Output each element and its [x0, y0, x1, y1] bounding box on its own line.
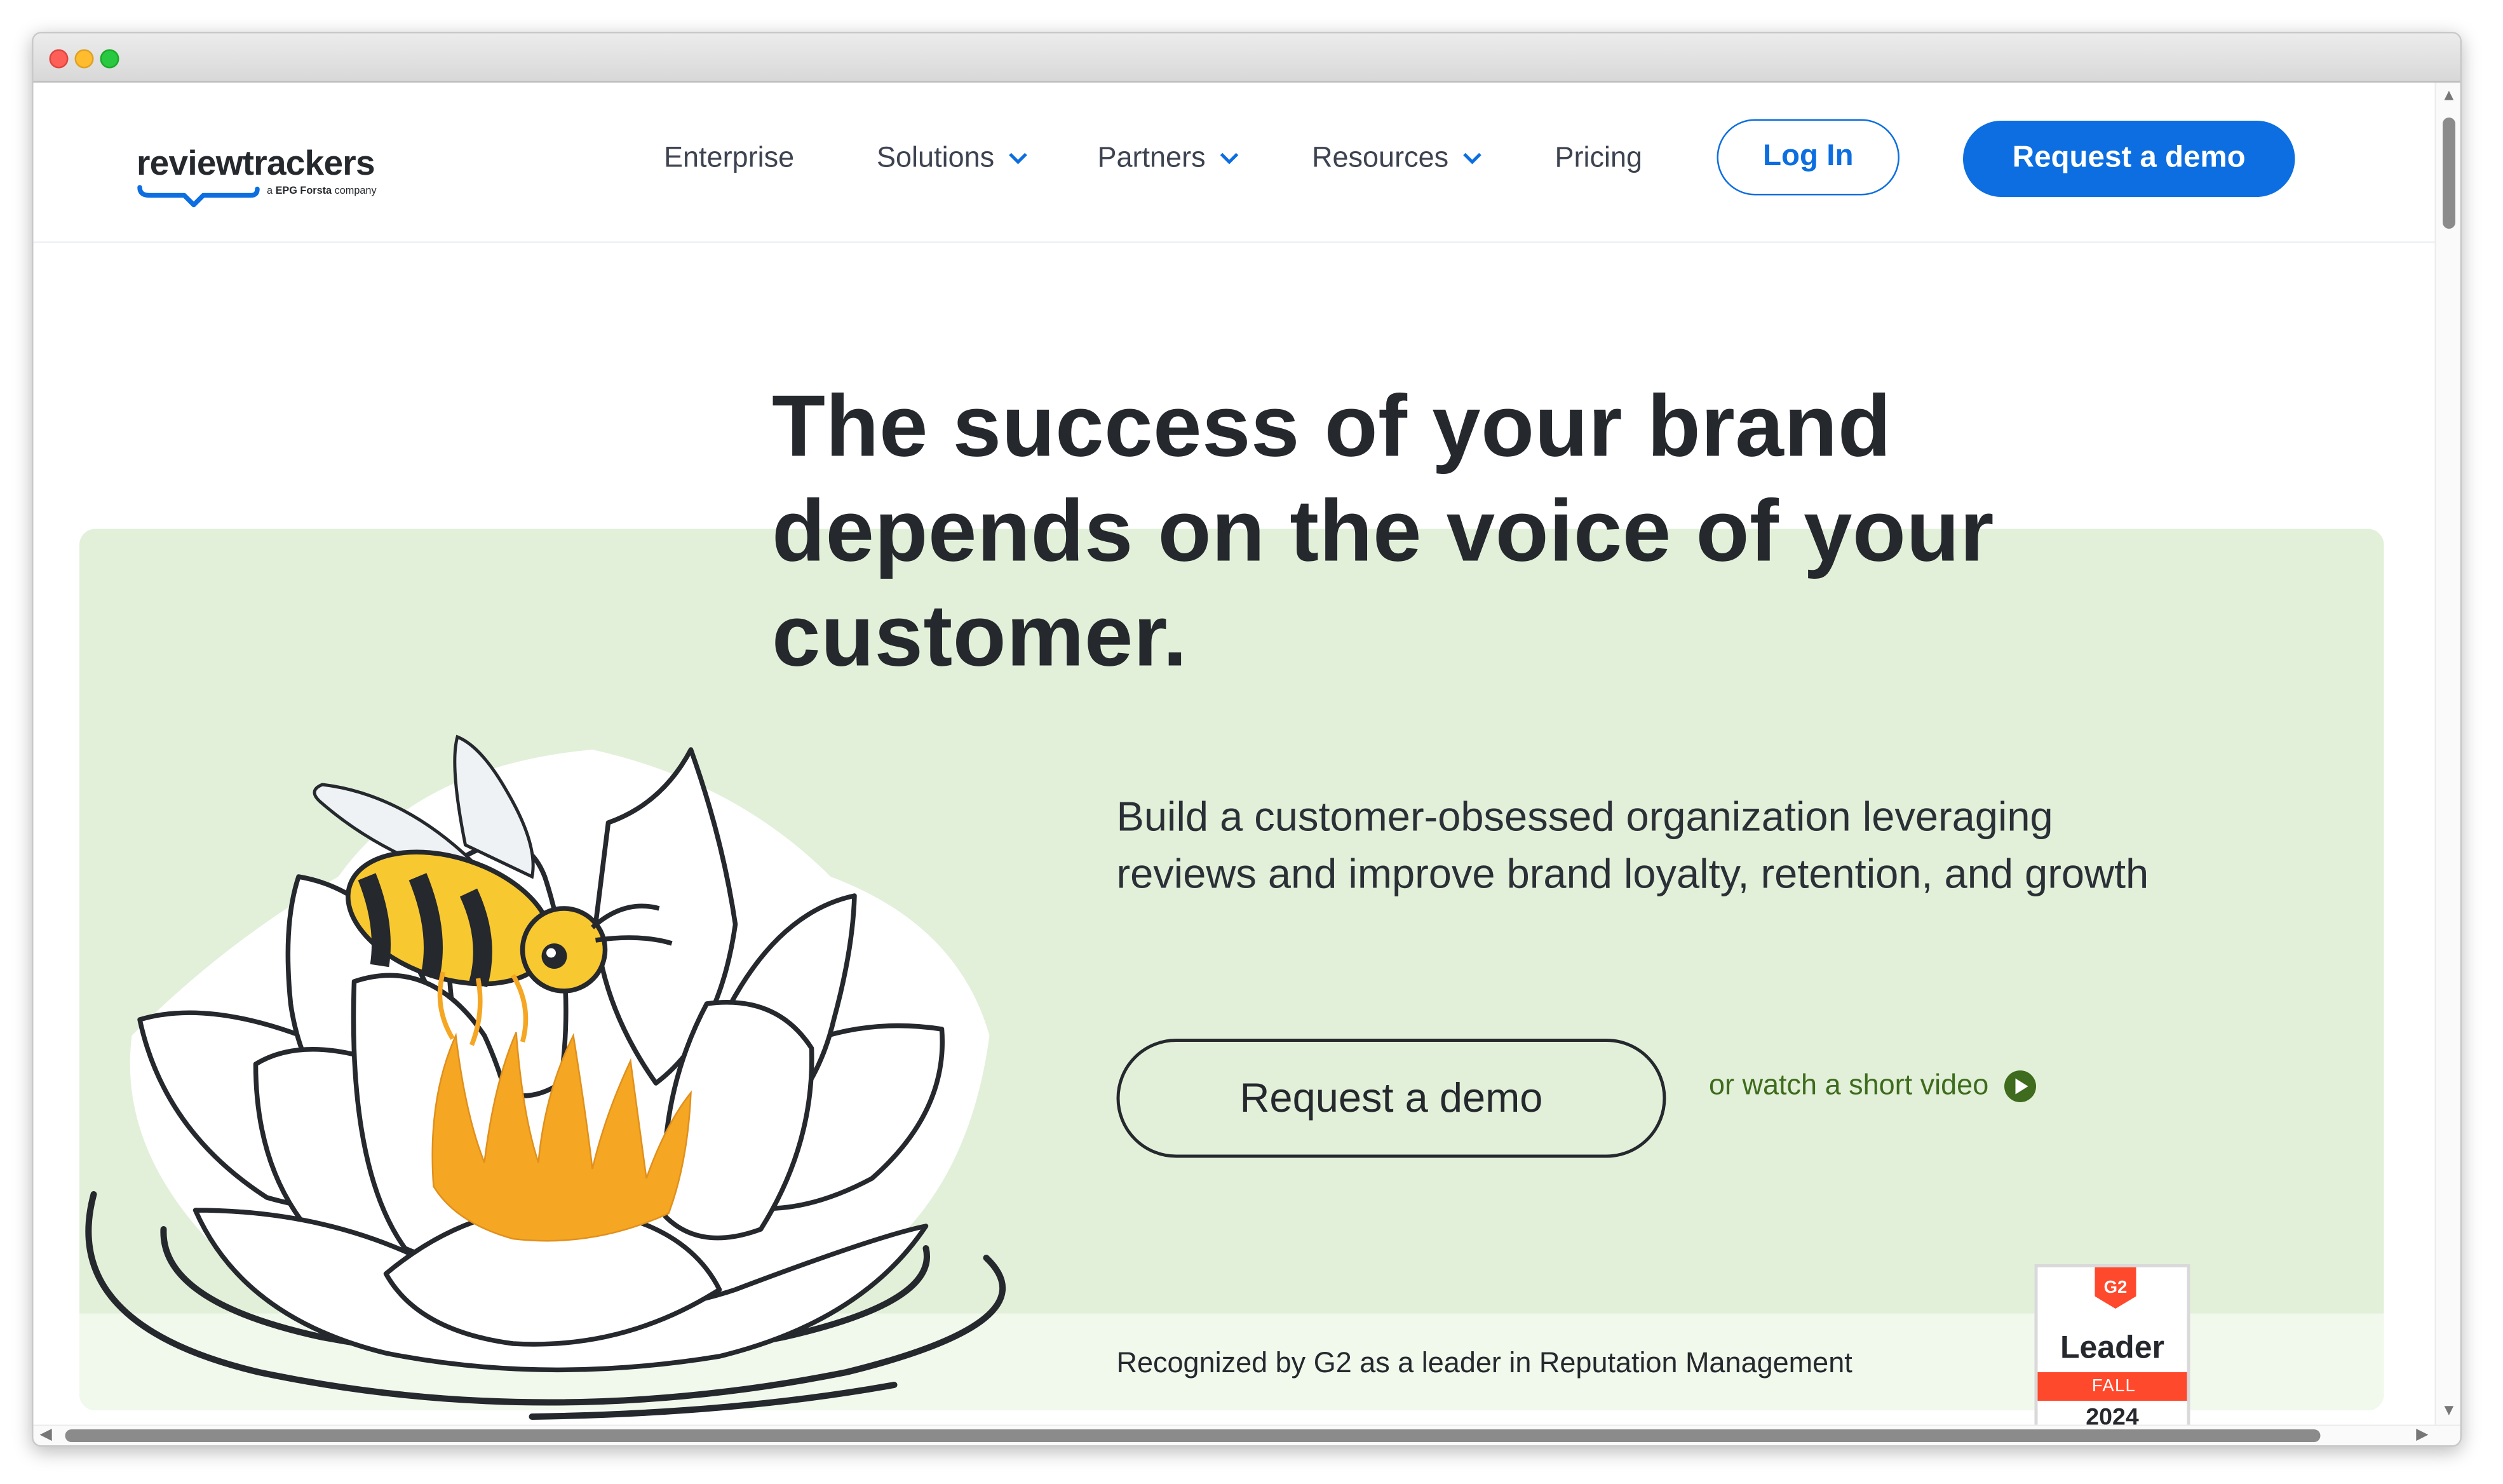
tagline-prefix: a: [267, 186, 273, 198]
logo-tagline: a EPG Forsta company: [267, 186, 377, 198]
tagline-suffix: company: [334, 186, 377, 198]
watch-video-label: or watch a short video: [1709, 1069, 1989, 1101]
hero-headline: The success of your brand depends on the…: [772, 376, 1994, 685]
nav-item-partners[interactable]: Partners: [1098, 142, 1241, 175]
scroll-left-arrow-icon[interactable]: ◀: [40, 1427, 52, 1444]
scroll-up-arrow-icon[interactable]: ▲: [2441, 88, 2457, 105]
tagline-company: EPG Forsta: [275, 186, 332, 198]
site-header: reviewtrackers a EPG Forsta company Ente…: [33, 83, 2435, 243]
g2-badge-season: FALL: [2037, 1372, 2187, 1401]
horizontal-scroll-thumb[interactable]: [65, 1429, 2321, 1442]
nav-item-label: Partners: [1097, 141, 1206, 173]
logo-wordmark: reviewtrackers: [137, 143, 375, 183]
chevron-down-icon: [1009, 152, 1027, 164]
g2-badge-year: 2024: [2086, 1404, 2139, 1426]
hero-subtext: Build a customer-obsessed organization l…: [1116, 792, 2149, 898]
horizontal-scrollbar[interactable]: ◀ ▶: [33, 1424, 2460, 1445]
hero-request-demo-button[interactable]: Request a demo: [1116, 1039, 1666, 1158]
nav-item-enterprise[interactable]: Enterprise: [664, 142, 794, 175]
chevron-down-icon: [1463, 152, 1481, 164]
nav-item-solutions[interactable]: Solutions: [877, 142, 1029, 175]
window-titlebar: [33, 33, 2460, 83]
nav-item-label: Solutions: [877, 141, 995, 173]
chevron-down-icon: [1220, 152, 1239, 164]
nav-item-resources[interactable]: Resources: [1312, 142, 1483, 175]
g2-leader-badge[interactable]: G2 Leader FALL 2024: [2034, 1264, 2190, 1426]
g2-logo-icon: G2: [2095, 1267, 2136, 1309]
nav-item-pricing[interactable]: Pricing: [1555, 142, 1643, 175]
maximize-window-button[interactable]: [100, 49, 119, 69]
close-window-button[interactable]: [49, 49, 69, 69]
play-icon: [2004, 1069, 2037, 1102]
nav-item-label: Resources: [1312, 141, 1449, 173]
minimize-window-button[interactable]: [74, 49, 94, 69]
g2-badge-title: Leader: [2060, 1331, 2164, 1366]
vertical-scroll-thumb[interactable]: [2443, 118, 2455, 229]
vertical-scrollbar[interactable]: ▲ ▼: [2434, 83, 2460, 1426]
watch-video-link[interactable]: or watch a short video: [1709, 1069, 2037, 1103]
logo-speech-bubble-icon: [137, 185, 260, 208]
scroll-down-arrow-icon[interactable]: ▼: [2441, 1403, 2457, 1420]
screen: reviewtrackers a EPG Forsta company Ente…: [0, 0, 2503, 1483]
login-button[interactable]: Log In: [1717, 119, 1899, 196]
header-request-demo-button[interactable]: Request a demo: [1963, 121, 2295, 197]
browser-window: reviewtrackers a EPG Forsta company Ente…: [32, 32, 2462, 1447]
bee-on-water-lily-icon: [85, 734, 1006, 1420]
nav-item-label: Pricing: [1555, 141, 1643, 173]
page-viewport: reviewtrackers a EPG Forsta company Ente…: [33, 83, 2435, 1426]
scroll-right-arrow-icon[interactable]: ▶: [2416, 1427, 2428, 1444]
nav-item-label: Enterprise: [664, 141, 795, 173]
reviewtrackers-logo[interactable]: reviewtrackers a EPG Forsta company: [137, 143, 415, 213]
g2-recognition-text: Recognized by G2 as a leader in Reputati…: [1116, 1347, 1852, 1379]
